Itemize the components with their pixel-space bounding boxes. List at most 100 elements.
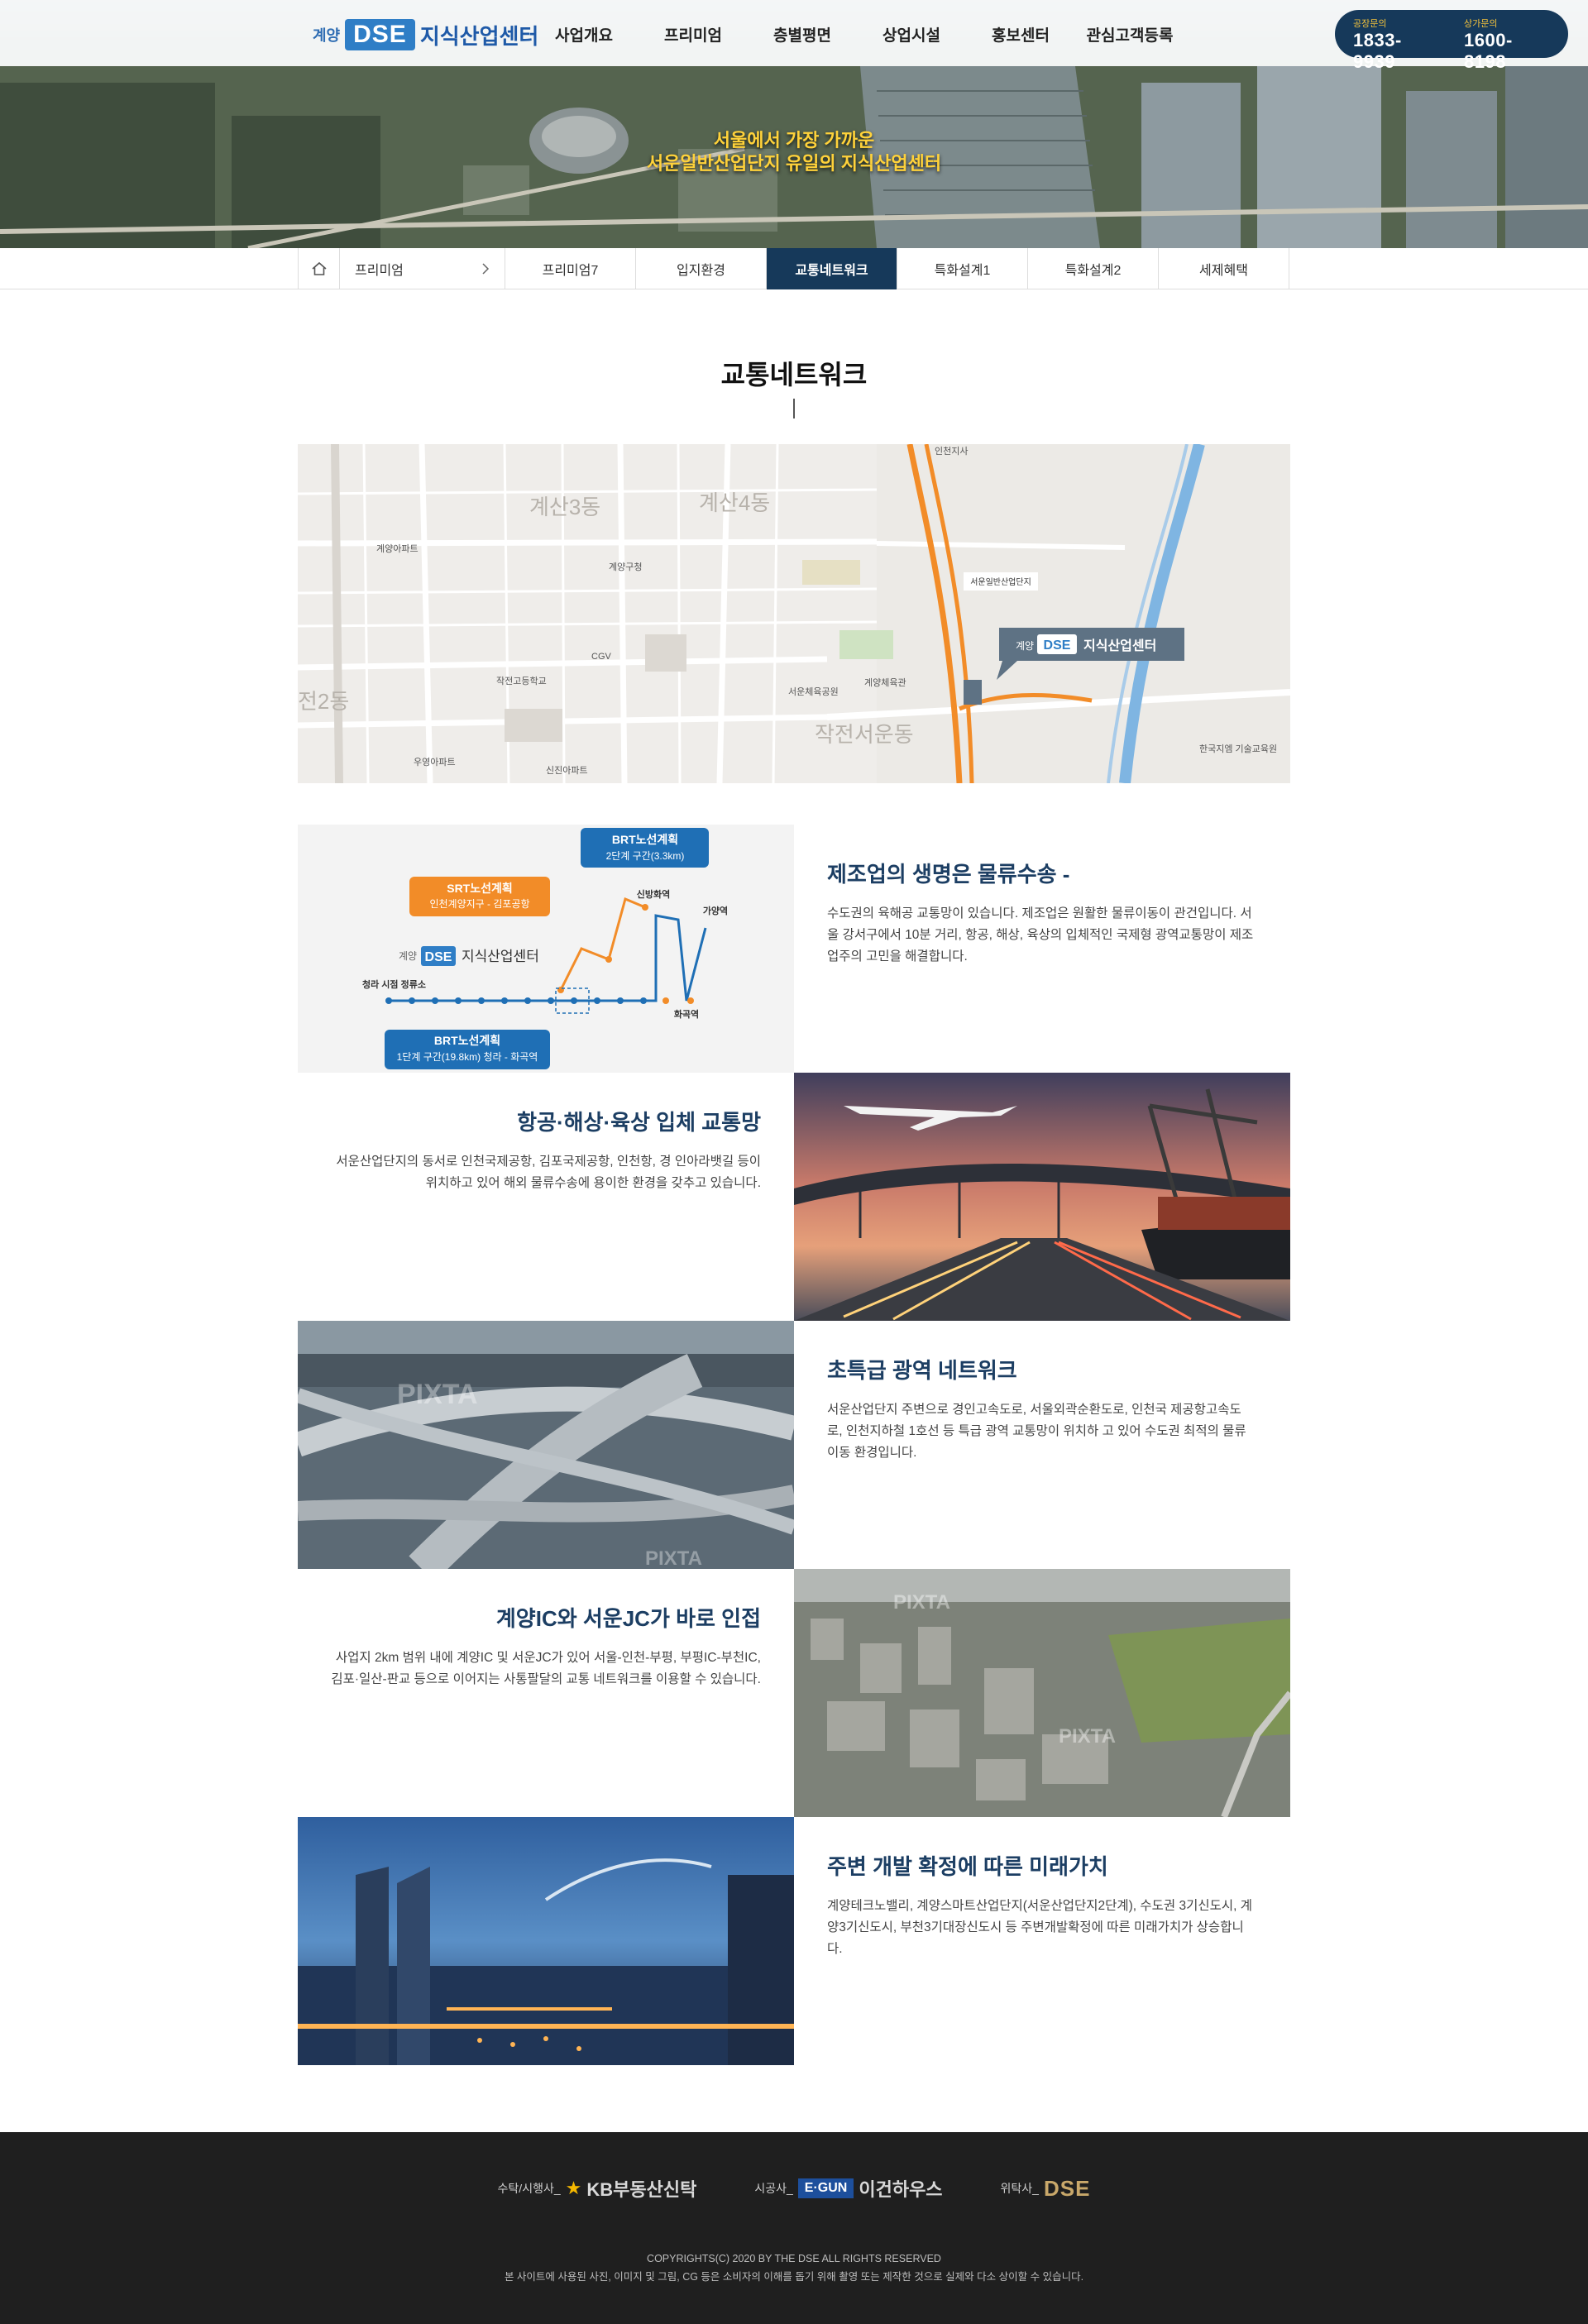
highway-interchange-photo: PIXTA PIXTA [298,1321,794,1569]
map-graphic: 서운일반산업단지 계양 DSE 지식산업센터 계산3동 계산4동 작전서운동 전… [298,444,1290,783]
factory-phone-number: 1833-9939 [1353,30,1402,72]
logo-mark: DSE [345,19,415,50]
feature-4-desc: 사업지 2km 범위 내에 계양IC 및 서운JC가 있어 서울-인천-부평, … [331,1651,761,1686]
breadcrumb-dropdown[interactable]: 프리미엄 [340,248,505,289]
station-shinbang-label: 신방화역 [637,888,670,900]
partner-egun-mark: E·GUN [797,2178,854,2198]
brt1-sub: 1단계 구간(19.8km) 청라 - 화곡역 [397,1051,538,1063]
map-label-industrial-complex: 서운일반산업단지 [970,576,1031,587]
srt-title: SRT노선계획 [447,882,513,895]
hero-slogan-line2: 서운일반산업단지 유일의 지식산업센터 [646,153,942,174]
map-label-gyeyang-gu-office: 계양구청 [609,562,642,572]
location-map: 서운일반산업단지 계양 DSE 지식산업센터 계산3동 계산4동 작전서운동 전… [298,444,1290,783]
tab-design2[interactable]: 특화설계2 [1028,248,1159,289]
map-label-incheon-branch: 인천지사 [935,445,968,457]
station-gayang-label: 가양역 [703,905,728,916]
night-skyline-photo [298,1817,794,2065]
diagram-logo-mark: DSE [425,950,452,964]
main-nav: 사업개요 프리미엄 층별평면 상업시설 홍보센터 관심고객등록 [529,23,1184,45]
brt1-title: BRT노선계획 [434,1034,500,1047]
feature-3-desc: 서운산업단지 주변으로 경인고속도로, 서울외곽순환도로, 인천국 제공항고속도… [827,1403,1246,1460]
partner-logos: 수탁/시행사_ ★ KB부동산신탁 시공사_ E·GUN 이건하우스 위탁사_ … [0,2175,1588,2202]
tab-transport-network[interactable]: 교통네트워크 [767,248,897,289]
partner-egun: 시공사_ E·GUN 이건하우스 [754,2175,943,2202]
sub-navigation: 프리미엄 프리미엄7 입지환경 교통네트워크 특화설계1 특화설계2 세제혜택 [0,248,1588,289]
map-label-jeon2: 전2동 [298,689,349,714]
kb-star-icon: ★ [565,2178,582,2198]
nav-item-overview[interactable]: 사업개요 [529,23,639,45]
svg-text:지식산업센터: 지식산업센터 [1083,638,1156,653]
tab-premium7[interactable]: 프리미엄7 [505,248,636,289]
breadcrumb-label: 프리미엄 [355,264,404,278]
feature-3-title: 초특급 광역 네트워크 [827,1358,1017,1383]
logo-name: 지식산업센터 [419,23,539,49]
feature-4-text: 계양IC와 서운JC가 바로 인접 사업지 2km 범위 내에 계양IC 및 서… [298,1569,794,1817]
map-label-gyeyang-apt: 계양아파트 [376,543,419,554]
copyright-block: COPYRIGHTS(C) 2020 BY THE DSE ALL RIGHTS… [0,2250,1588,2286]
aerial-cityscape-photo: PIXTA PIXTA [794,1569,1290,1817]
feature-2-text: 항공·해상·육상 입체 교통망 서운산업단지의 동서로 인천국제공항, 김포국제… [298,1073,794,1321]
nav-item-commercial[interactable]: 상업시설 [857,23,966,45]
map-label-wooyoung-apt: 우영아파트 [414,757,456,767]
station-hwagok-label: 화곡역 [674,1008,699,1020]
partner-dse-label: 위탁사_ [1000,2182,1039,2195]
feature-row-2: 항공·해상·육상 입체 교통망 서운산업단지의 동서로 인천국제공항, 김포국제… [298,1073,1290,1321]
nav-item-promotion[interactable]: 홍보센터 [966,23,1075,45]
feature-1-title: 제조업의 생명은 물류수송 - [827,862,1070,887]
feature-5-text: 주변 개발 확정에 따른 미래가치 계양테크노밸리, 계양스마트산업단지(서운산… [794,1817,1290,2065]
site-logo[interactable]: 계양 DSE 지식산업센터 [313,17,538,53]
factory-phone[interactable]: 공장문의 1833-9939 [1353,17,1439,72]
feature-5-desc: 계양테크노밸리, 계양스마트산업단지(서운산업단지2단계), 수도권 3기신도시… [827,1899,1253,1956]
phone-contact-box: 공장문의 1833-9939 상가문의 1600-8198 [1335,10,1568,72]
home-icon [311,261,327,275]
map-label-gm-tech: 한국지엠 기술교육원 [1199,744,1277,754]
map-label-gyesan4: 계산4동 [699,490,770,515]
partner-egun-name: 이건하우스 [859,2179,943,2200]
map-label-gyesan3: 계산3동 [529,495,600,519]
page-title: 교통네트워크 [720,360,868,390]
chevron-right-icon [482,263,490,275]
pixta-watermark-2: PIXTA [645,1547,702,1569]
srt-sub: 인천계양지구 - 김포공항 [429,897,529,910]
feature-1-text: 제조업의 생명은 물류수송 - 수도권의 육해공 교통망이 있습니다. 제조업은… [794,825,1290,1073]
factory-phone-label: 공장문의 [1353,19,1387,29]
map-label-jakjeon-seoun: 작전서운동 [815,722,914,747]
partner-kb-name: KB부동산신탁 [586,2179,697,2200]
svg-text:DSE: DSE [1044,638,1071,653]
feature-4-title: 계양IC와 서운JC가 바로 인접 [495,1606,761,1631]
feature-2-desc: 서운산업단지의 동서로 인천국제공항, 김포국제공항, 인천항, 경 인아라뱃길… [336,1155,761,1190]
map-label-seoun-park: 서운체육공원 [788,686,839,697]
copyright-text: COPYRIGHTS(C) 2020 BY THE DSE ALL RIGHTS… [647,2253,941,2264]
partner-kb-label: 수탁/시행사_ [497,2182,561,2195]
brt2-title: BRT노선계획 [612,833,678,846]
map-label-gyeyang-gym: 계양체육관 [864,677,906,688]
brt-route-diagram: BRT노선계획 2단계 구간(3.3km) SRT노선계획 인천계양지구 - 김… [298,825,794,1073]
shop-phone-label: 상가문의 [1464,19,1498,29]
diagram-logo-name: 지식산업센터 [462,949,539,964]
partner-dse-name: DSE [1043,2175,1091,2201]
home-button[interactable] [299,248,340,289]
pixta-watermark-3: PIXTA [893,1591,950,1614]
pixta-watermark-4: PIXTA [1059,1725,1116,1748]
station-start-label: 청라 시점 정류소 [362,978,426,990]
disclaimer-text: 본 사이트에 사용된 사진, 이미지 및 그림, CG 등은 소비자의 이해를 … [504,2271,1084,2283]
map-label-jakjeon-high: 작전고등학교 [496,676,547,686]
tab-design1[interactable]: 특화설계1 [897,248,1028,289]
airplane-ship-bridge-photo [794,1073,1290,1321]
partner-dse: 위탁사_ DSE [1001,2176,1091,2202]
pixta-watermark-1: PIXTA [397,1379,478,1410]
nav-item-floorplan[interactable]: 층별평면 [748,23,857,45]
hero-banner: 계양 DSE 지식산업센터 사업개요 프리미엄 층별평면 상업시설 홍보센터 관… [0,0,1588,248]
tab-tax-benefit[interactable]: 세제혜택 [1159,248,1289,289]
shop-phone[interactable]: 상가문의 1600-8198 [1464,17,1550,72]
brt2-sub: 2단계 구간(3.3km) [606,850,685,862]
tab-location[interactable]: 입지환경 [636,248,767,289]
nav-item-premium[interactable]: 프리미엄 [639,23,748,45]
nav-item-register[interactable]: 관심고객등록 [1075,23,1184,45]
feature-3-text: 초특급 광역 네트워크 서운산업단지 주변으로 경인고속도로, 서울외곽순환도로… [794,1321,1290,1569]
map-label-shinjin-apt: 신진아파트 [546,765,588,776]
logo-prefix: 계양 [313,27,341,44]
feature-1-desc: 수도권의 육해공 교통망이 있습니다. 제조업은 원활한 물류이동이 관건입니다… [827,906,1254,964]
feature-row-5: 주변 개발 확정에 따른 미래가치 계양테크노밸리, 계양스마트산업단지(서운산… [298,1817,1290,2065]
diagram-logo-prefix: 계양 [399,950,417,962]
